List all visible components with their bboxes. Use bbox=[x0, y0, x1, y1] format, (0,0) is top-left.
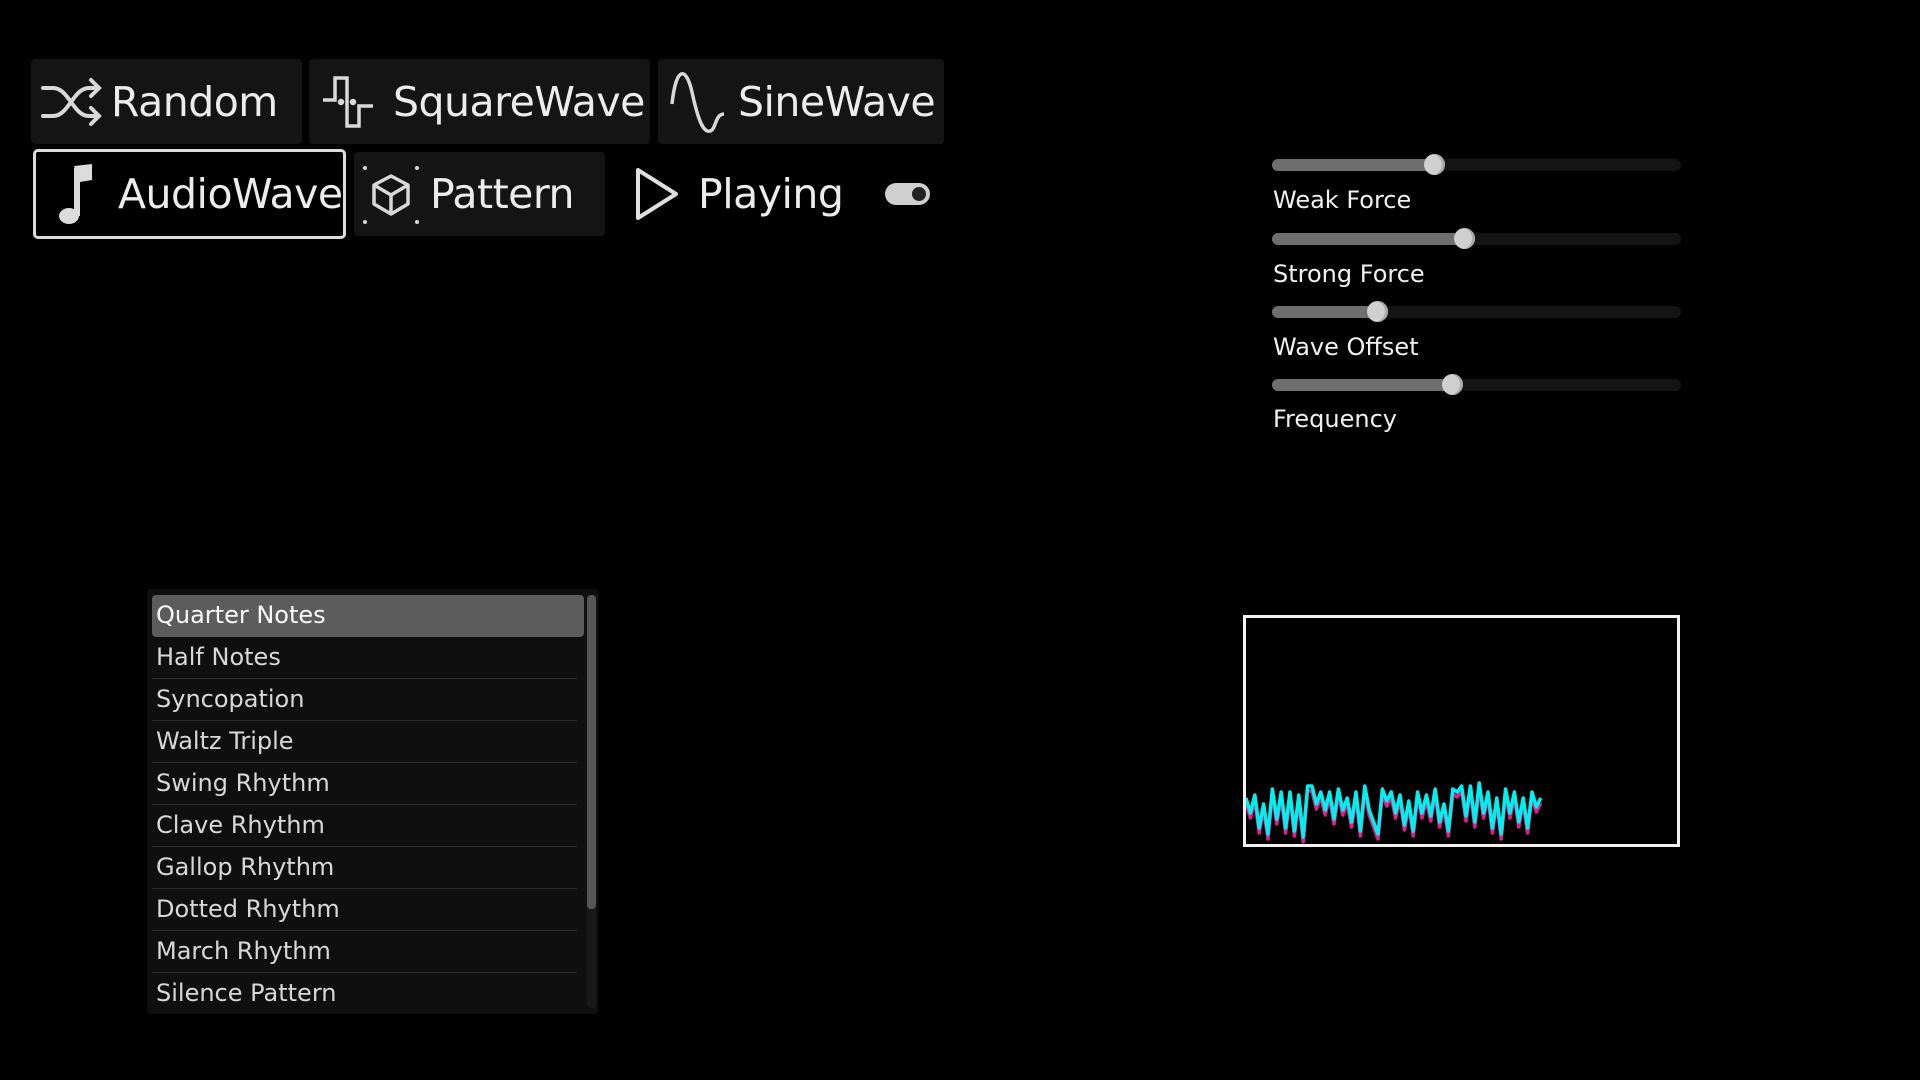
sine-wave-button[interactable]: SineWave bbox=[658, 59, 944, 144]
slider-thumb[interactable] bbox=[1442, 374, 1463, 395]
slider-fill bbox=[1272, 306, 1377, 318]
list-item[interactable]: Silence Pattern bbox=[152, 973, 577, 1014]
random-button[interactable]: Random bbox=[31, 59, 302, 144]
slider-label: Wave Offset bbox=[1273, 333, 1419, 361]
slider-label: Strong Force bbox=[1273, 260, 1425, 288]
shuffle-icon bbox=[39, 74, 105, 130]
play-icon bbox=[632, 164, 682, 224]
sine-wave-label: SineWave bbox=[738, 78, 935, 126]
square-wave-button[interactable]: SquareWave bbox=[309, 59, 650, 144]
random-label: Random bbox=[111, 78, 278, 126]
slider-thumb[interactable] bbox=[1424, 154, 1445, 175]
square-wave-label: SquareWave bbox=[393, 78, 645, 126]
slider-strong-force[interactable] bbox=[1272, 233, 1681, 247]
slider-fill bbox=[1272, 379, 1452, 391]
list-item[interactable]: March Rhythm bbox=[152, 931, 577, 973]
list-item[interactable]: Dotted Rhythm bbox=[152, 889, 577, 931]
slider-label: Weak Force bbox=[1273, 186, 1411, 214]
list-item[interactable]: Clave Rhythm bbox=[152, 805, 577, 847]
playing-label: Playing bbox=[698, 170, 843, 218]
list-scrollbar[interactable] bbox=[587, 595, 596, 1008]
toggle-knob bbox=[912, 187, 926, 201]
list-item[interactable]: Half Notes bbox=[152, 637, 577, 679]
slider-fill bbox=[1272, 233, 1464, 245]
waveform-display bbox=[1243, 615, 1680, 847]
audio-wave-button[interactable]: AudioWave bbox=[33, 149, 346, 239]
slider-thumb[interactable] bbox=[1367, 301, 1388, 322]
cube-icon bbox=[362, 162, 420, 226]
pattern-label: Pattern bbox=[430, 170, 574, 218]
pattern-button[interactable]: Pattern bbox=[354, 152, 605, 236]
list-item[interactable]: Gallop Rhythm bbox=[152, 847, 577, 889]
list-item[interactable]: Syncopation bbox=[152, 679, 577, 721]
square-wave-icon bbox=[321, 72, 379, 132]
pattern-list: Quarter NotesHalf NotesSyncopationWaltz … bbox=[147, 589, 598, 1014]
playing-toggle[interactable] bbox=[885, 183, 930, 205]
slider-wave-offset[interactable] bbox=[1272, 306, 1681, 320]
slider-fill bbox=[1272, 159, 1434, 171]
scrollbar-thumb[interactable] bbox=[587, 595, 596, 909]
sine-wave-icon bbox=[668, 70, 728, 134]
music-note-icon bbox=[56, 162, 96, 226]
playing-button[interactable]: Playing bbox=[626, 152, 851, 236]
list-item[interactable]: Waltz Triple bbox=[152, 721, 577, 763]
slider-weak-force[interactable] bbox=[1272, 159, 1681, 173]
slider-thumb[interactable] bbox=[1454, 228, 1475, 249]
list-item[interactable]: Quarter Notes bbox=[152, 595, 584, 637]
slider-label: Frequency bbox=[1273, 405, 1397, 433]
waveform-plot bbox=[1246, 618, 1677, 844]
audio-wave-label: AudioWave bbox=[118, 170, 343, 218]
slider-frequency[interactable] bbox=[1272, 379, 1681, 393]
list-item[interactable]: Swing Rhythm bbox=[152, 763, 577, 805]
